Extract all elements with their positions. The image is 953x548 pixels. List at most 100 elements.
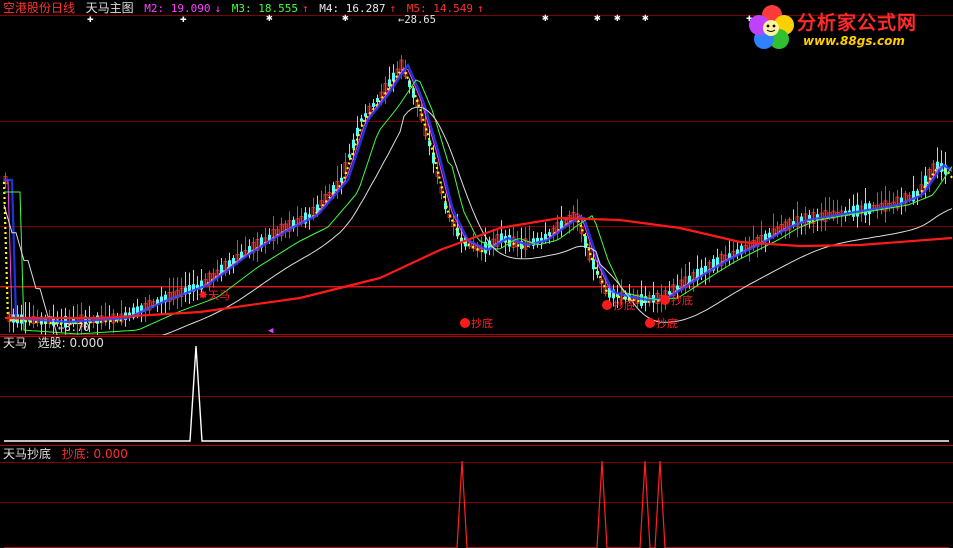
dip-dot-icon: [660, 295, 670, 305]
up-candle: [175, 277, 180, 309]
candles: [3, 55, 947, 335]
up-candle: [491, 228, 496, 257]
down-candle: [508, 228, 511, 252]
dip-signal-label: 抄底: [471, 317, 493, 330]
info-marker-icon[interactable]: ✚: [87, 13, 94, 24]
star-icon: ✸: [198, 288, 209, 302]
ma5-line: [5, 216, 953, 320]
down-candle: [740, 243, 743, 259]
ma4-arrow: ↑: [389, 2, 397, 15]
select-indicator-panel[interactable]: 天马 选股: 0.000: [0, 336, 953, 446]
dip-header: 天马抄底 抄底: 0.000: [3, 447, 132, 462]
ma3-arrow: ↑: [302, 2, 309, 15]
select-header: 天马 选股: 0.000: [3, 336, 108, 351]
down-candle: [728, 240, 731, 266]
select-title[interactable]: 天马: [3, 336, 27, 350]
ma1-line: [2, 67, 953, 326]
info-marker-icon[interactable]: ✱: [542, 12, 549, 23]
ma2-arrow: ↓: [214, 2, 222, 15]
logo-url[interactable]: www.88gs.com: [803, 34, 905, 48]
down-candle: [536, 232, 539, 248]
ma2-value: M2: 19.090: [144, 2, 211, 15]
up-candle: [171, 277, 176, 306]
down-candle: [96, 312, 99, 335]
up-candle: [731, 239, 736, 265]
info-marker-icon[interactable]: ✱: [642, 12, 649, 23]
ma-blue-line: [4, 62, 953, 324]
info-marker-icon[interactable]: ✱: [594, 12, 601, 23]
up-candle: [327, 184, 332, 198]
up-candle: [883, 185, 888, 223]
dip-signal[interactable]: 抄底: [602, 300, 635, 312]
dip-signal-label: 抄底: [656, 317, 678, 330]
up-candle: [879, 191, 884, 215]
up-candle: [31, 305, 36, 329]
down-candle: [228, 252, 231, 275]
down-candle: [912, 175, 915, 205]
down-candle: [532, 231, 535, 250]
down-candle: [192, 269, 195, 301]
up-candle: [295, 206, 300, 237]
low-price-value: 8.70: [64, 322, 90, 334]
down-candle: [160, 286, 163, 315]
info-marker-icon[interactable]: ✱: [342, 12, 349, 23]
dip-dot-icon: [645, 318, 655, 328]
select-value: 选股: 0.000: [37, 336, 104, 350]
select-indicator-chart: [0, 336, 953, 446]
high-price-value: 28.65: [404, 14, 436, 26]
main-chart-panel[interactable]: 空港股份日线 天马主图 M2: 19.090 ↓ M3: 18.555 ↑ M4: …: [0, 0, 953, 336]
down-candle: [560, 205, 563, 237]
period-label[interactable]: 日线: [51, 1, 75, 15]
info-marker-icon[interactable]: ✱: [266, 12, 273, 23]
dip-signal-line: [4, 460, 949, 548]
up-candle: [511, 224, 516, 252]
ma3-line: [4, 79, 953, 335]
low-price-label: ←8.70: [58, 322, 90, 334]
stock-name: 空港股份: [3, 1, 52, 15]
down-candle: [188, 272, 191, 304]
up-candle: [823, 197, 828, 232]
dip-title[interactable]: 天马抄底: [3, 447, 51, 461]
up-candle: [683, 263, 688, 294]
down-candle: [292, 216, 295, 232]
dip-indicator-chart: [0, 460, 953, 548]
dip-signal[interactable]: 抄底: [645, 318, 678, 330]
up-candle: [891, 192, 896, 214]
up-candle: [251, 237, 256, 261]
up-candle: [287, 211, 292, 239]
select-signal[interactable]: ✸天马: [198, 289, 230, 302]
up-candle: [875, 192, 880, 219]
up-candle: [587, 242, 592, 263]
up-candle: [895, 189, 900, 211]
down-candle: [696, 255, 699, 287]
up-candle: [395, 61, 400, 78]
dip-signal[interactable]: 抄底: [660, 295, 693, 307]
up-candle: [279, 217, 284, 242]
up-candle: [7, 311, 12, 333]
info-marker-icon[interactable]: ✚: [180, 13, 187, 24]
down-candle: [504, 229, 507, 254]
down-candle: [856, 192, 859, 228]
down-candle: [852, 194, 855, 221]
down-candle: [304, 207, 307, 228]
dip-signal[interactable]: 抄底: [460, 318, 493, 330]
down-candle: [220, 257, 223, 282]
dip-dot-icon: [460, 318, 470, 328]
down-candle: [864, 188, 867, 224]
up-candle: [263, 227, 268, 254]
info-marker-icon[interactable]: ✱: [614, 12, 621, 23]
up-candle: [723, 245, 728, 268]
site-logo: 分析家公式网 www.88gs.com: [747, 2, 947, 54]
ma4-readout: M4: 16.287 ↑: [319, 2, 396, 15]
up-candle: [167, 277, 172, 311]
dip-dot-icon: [602, 300, 612, 310]
down-candle: [716, 248, 719, 273]
up-candle: [835, 199, 840, 224]
dip-indicator-panel[interactable]: 天马抄底 抄底: 0.000: [0, 447, 953, 548]
up-candle: [795, 201, 800, 238]
dip-value: 抄底: 0.000: [61, 447, 128, 461]
up-candle: [759, 220, 764, 251]
down-candle: [128, 307, 131, 322]
down-candle: [940, 150, 943, 181]
up-candle: [179, 277, 184, 307]
